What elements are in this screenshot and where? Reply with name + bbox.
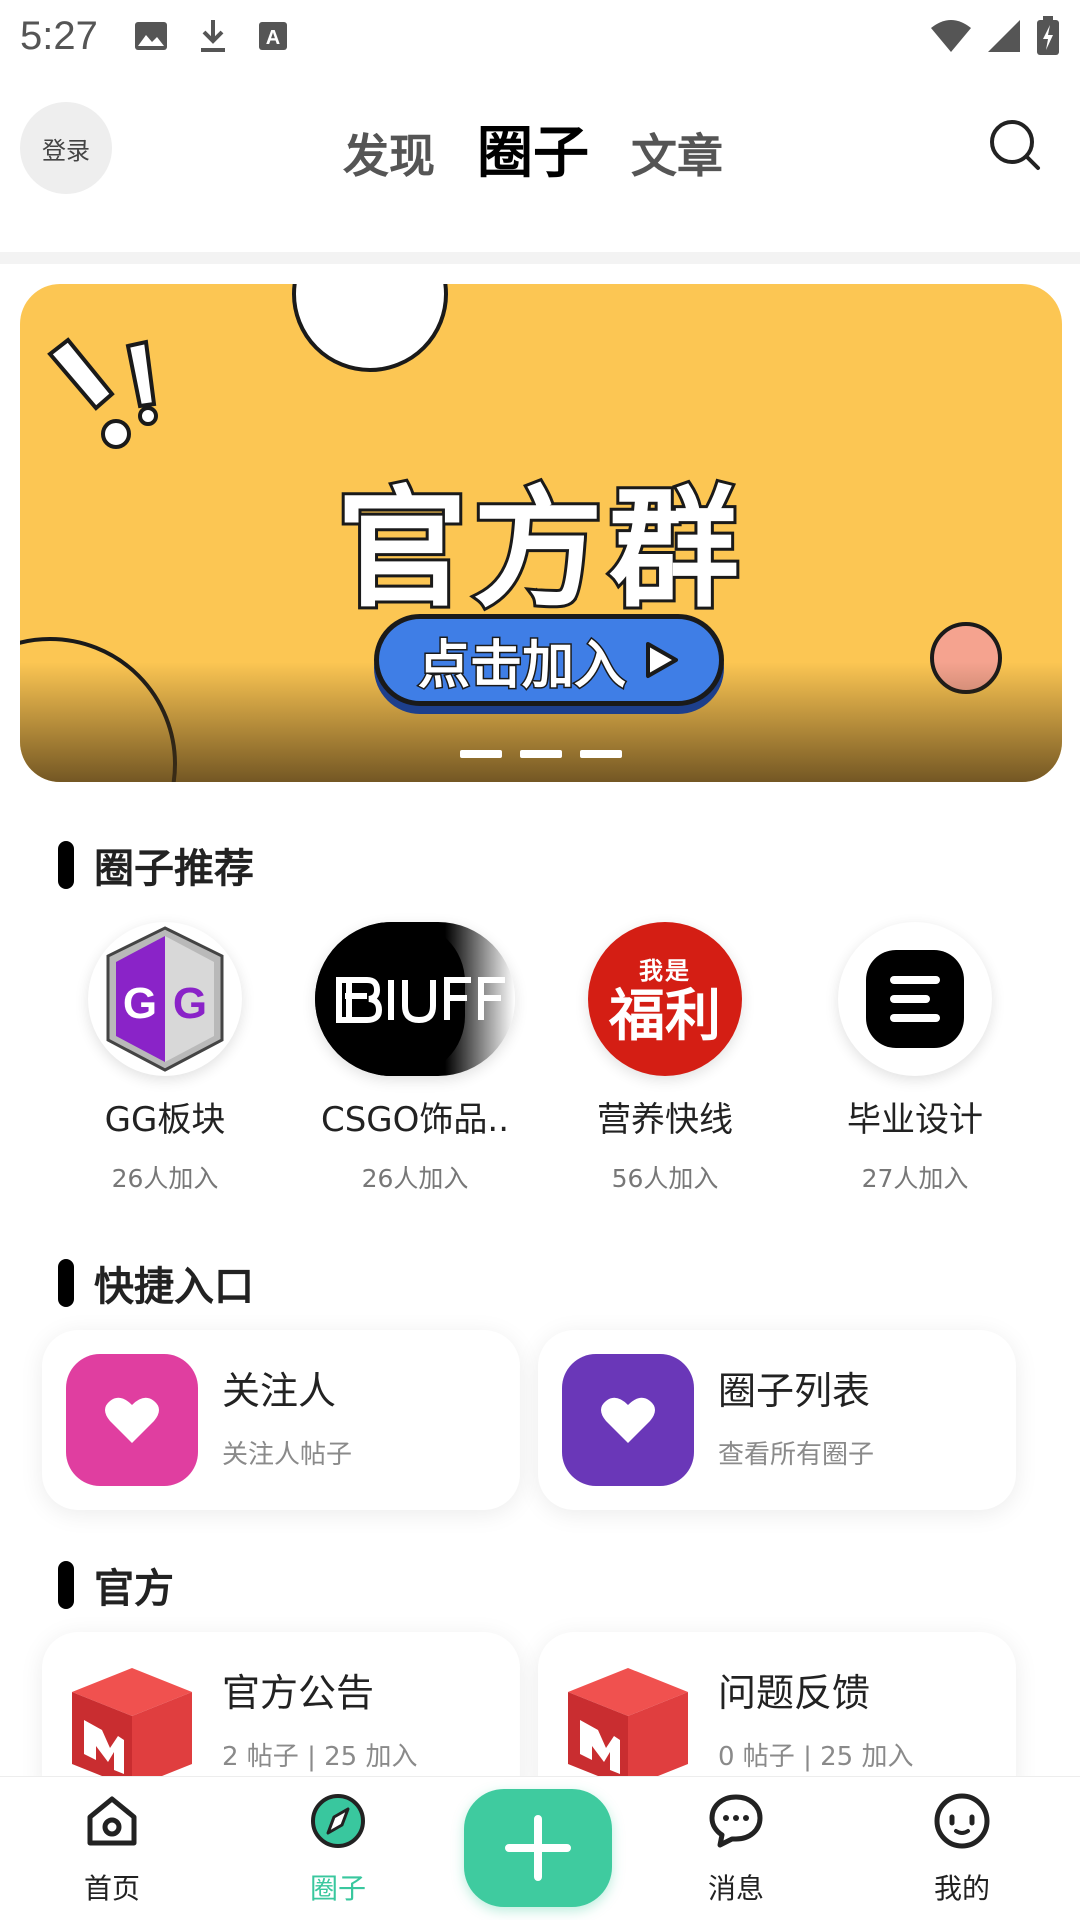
section-header-official: 官方 xyxy=(58,1556,174,1614)
circle-card[interactable]: 毕业设计 27人加入 xyxy=(790,922,1040,1195)
download-icon xyxy=(200,20,225,52)
heart-icon xyxy=(66,1354,198,1486)
add-post-button[interactable] xyxy=(464,1789,612,1907)
circle-name: 营养快线 xyxy=(597,1100,733,1140)
nav-label: 圈子 xyxy=(309,1872,366,1905)
keyboard-a-icon: A xyxy=(258,22,287,50)
fuli-logo-icon: 我是 福利 xyxy=(588,922,742,1076)
section-header-circles: 圈子推荐 xyxy=(58,836,254,894)
gg-logo-icon: G G xyxy=(88,922,242,1076)
nav-label: 我的 xyxy=(933,1872,990,1905)
circle-name: 毕业设计 xyxy=(847,1100,983,1140)
header-divider xyxy=(0,252,1080,264)
shortcut-circle-list-card[interactable]: 圈子列表 查看所有圈子 xyxy=(538,1330,1016,1510)
play-arrow-icon xyxy=(646,642,678,678)
circle-card[interactable]: G G GG板块 26人加入 xyxy=(40,922,290,1195)
status-bar: 5:27 A xyxy=(0,0,1080,72)
plus-icon xyxy=(505,1815,571,1881)
fuli-logo-top-text: 我是 xyxy=(639,956,691,985)
compass-icon xyxy=(311,1794,365,1848)
section-title: 官方 xyxy=(94,1566,174,1612)
nav-home[interactable]: 首页 xyxy=(42,1791,182,1907)
recommended-circles: G G GG板块 26人加入 CSGO饰品.. 26人加入 我是 福利 营养快线… xyxy=(40,922,1040,1195)
banner-dot[interactable] xyxy=(580,750,622,758)
nav-circles[interactable]: 圈子 xyxy=(268,1791,408,1907)
section-title: 快捷入口 xyxy=(94,1264,254,1310)
buff-logo-icon xyxy=(315,922,515,1076)
circle-card[interactable]: 我是 福利 营养快线 56人加入 xyxy=(540,922,790,1195)
card-title: 圈子列表 xyxy=(718,1369,871,1413)
nav-label: 消息 xyxy=(707,1872,764,1905)
tab-articles[interactable]: 文章 xyxy=(631,120,723,186)
top-tabs: 发现 圈子 文章 xyxy=(0,108,1080,189)
top-header: 登录 发现 圈子 文章 xyxy=(0,90,1080,210)
banner-title: 官方群 xyxy=(334,470,745,628)
nav-profile[interactable]: 我的 xyxy=(892,1791,1032,1907)
circle-member-count: 26人加入 xyxy=(361,1164,469,1193)
banner-pagination xyxy=(20,750,1062,758)
fuli-logo-main-text: 福利 xyxy=(609,982,721,1049)
circle-name: CSGO饰品.. xyxy=(320,1100,510,1140)
card-title: 问题反馈 xyxy=(718,1671,871,1715)
face-icon xyxy=(934,1793,990,1849)
circle-member-count: 27人加入 xyxy=(861,1164,969,1193)
section-marker xyxy=(58,1561,74,1609)
banner-dot[interactable] xyxy=(460,750,502,758)
svg-text:G: G xyxy=(173,979,207,1028)
section-title: 圈子推荐 xyxy=(94,846,254,892)
circle-name: GG板块 xyxy=(104,1100,226,1140)
nav-messages[interactable]: 消息 xyxy=(666,1791,806,1907)
status-time: 5:27 xyxy=(20,13,98,58)
svg-text:G: G xyxy=(123,979,157,1028)
circle-member-count: 26人加入 xyxy=(111,1164,219,1193)
shortcut-following-card[interactable]: 关注人 关注人帖子 xyxy=(42,1330,520,1510)
banner-join-button[interactable]: 点击加入 xyxy=(374,614,724,706)
wifi-icon xyxy=(931,20,971,52)
circle-card[interactable]: CSGO饰品.. 26人加入 xyxy=(290,922,540,1195)
tab-discover[interactable]: 发现 xyxy=(343,120,435,186)
bottom-navigation: 首页 圈子 消息 我的 xyxy=(0,1776,1080,1920)
heart-icon xyxy=(562,1354,694,1486)
nav-label: 首页 xyxy=(83,1872,140,1905)
battery-charging-icon xyxy=(1037,16,1059,55)
banner-join-label: 点击加入 xyxy=(416,634,627,697)
home-icon xyxy=(87,1796,137,1846)
section-marker xyxy=(58,841,74,889)
card-subtitle: 查看所有圈子 xyxy=(718,1440,875,1470)
e-logo-icon xyxy=(838,922,992,1076)
card-title: 关注人 xyxy=(222,1369,337,1413)
card-subtitle: 2 帖子 | 25 加入 xyxy=(222,1742,418,1772)
image-icon xyxy=(134,22,167,50)
card-subtitle: 0 帖子 | 25 加入 xyxy=(718,1742,914,1772)
m-box-icon xyxy=(66,1656,198,1788)
tab-circles[interactable]: 圈子 xyxy=(477,108,589,189)
svg-text:A: A xyxy=(266,27,280,49)
m-box-icon xyxy=(562,1656,694,1788)
circle-member-count: 56人加入 xyxy=(611,1164,719,1193)
promo-banner[interactable]: 官方群 点击加入 xyxy=(20,284,1062,782)
signal-icon xyxy=(988,20,1020,52)
section-marker xyxy=(58,1259,74,1307)
chat-icon xyxy=(709,1794,763,1848)
card-subtitle: 关注人帖子 xyxy=(222,1440,353,1470)
search-icon[interactable] xyxy=(988,118,1044,174)
section-header-shortcuts: 快捷入口 xyxy=(58,1254,254,1312)
card-title: 官方公告 xyxy=(222,1671,375,1715)
banner-dot[interactable] xyxy=(520,750,562,758)
